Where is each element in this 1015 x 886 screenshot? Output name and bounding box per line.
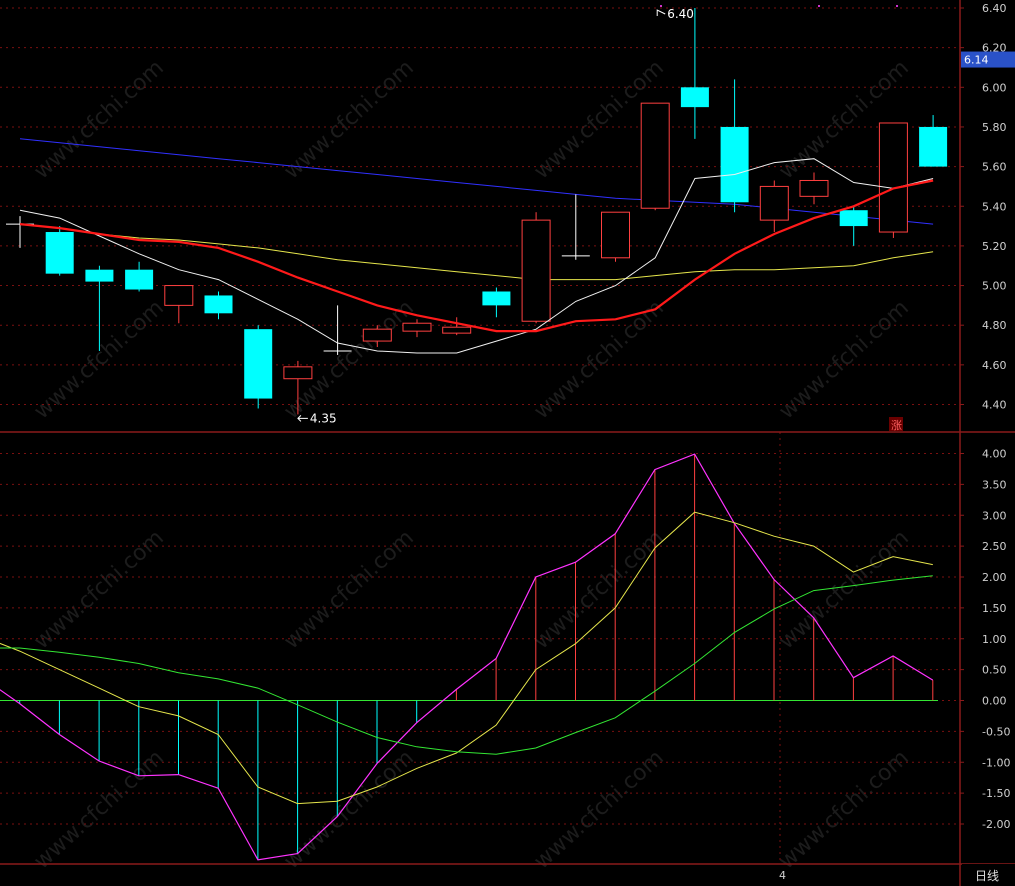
price-axis-label: 6.00 [982, 81, 1007, 94]
date-marker-label: 4 [779, 869, 786, 882]
candle-up [362, 328, 392, 342]
macd-axis-label: -0.50 [982, 725, 1010, 738]
candle-down [919, 126, 948, 167]
macd-axis-label: 3.50 [982, 478, 1007, 491]
price-axis-label: 6.40 [982, 2, 1007, 15]
stock-chart: www.cfchi.com www.cfchi.com www.cfchi.com w… [0, 0, 1015, 886]
price-axis-label: 4.80 [982, 319, 1007, 332]
candle-down [204, 295, 233, 314]
candle-up [164, 285, 194, 306]
macd-axis-label: -2.00 [982, 818, 1010, 831]
macd-axis-label: 0.50 [982, 664, 1007, 677]
candle-down [482, 291, 511, 306]
top-marker-dot [818, 5, 820, 7]
candle-down [45, 232, 74, 274]
candle-up [601, 211, 630, 259]
macd-axis-label: 2.50 [982, 540, 1007, 553]
price-axis-label: 5.20 [982, 240, 1007, 253]
macd-axis-label: 1.50 [982, 602, 1007, 615]
candle-up [402, 322, 432, 332]
candle-down [680, 87, 709, 108]
period-label[interactable]: 日线 [975, 869, 999, 883]
candle-down [720, 126, 749, 203]
candle-up [878, 122, 908, 233]
price-axis-label: 5.00 [982, 280, 1007, 293]
price-axis-label: 5.40 [982, 200, 1007, 213]
candle-up [442, 326, 472, 334]
up-flag-icon: 涨 [891, 419, 902, 432]
candle-up [640, 102, 670, 209]
max-price-label: 6.40 [667, 7, 694, 21]
price-axis-label: 4.40 [982, 399, 1007, 412]
top-marker-dot [896, 5, 898, 7]
candle-up [283, 366, 313, 380]
candle-up [759, 185, 789, 221]
macd-axis-label: 4.00 [982, 448, 1007, 461]
candle-up [521, 219, 551, 322]
price-axis-label: 4.60 [982, 359, 1007, 372]
macd-axis-label: 2.00 [982, 571, 1007, 584]
macd-axis-label: 1.00 [982, 633, 1007, 646]
macd-axis-label: -1.50 [982, 787, 1010, 800]
min-price-label: 4.35 [310, 411, 337, 425]
macd-axis-label: -1.00 [982, 756, 1010, 769]
candle-down [839, 210, 868, 227]
candle-down [85, 269, 114, 282]
top-marker-dot [660, 5, 662, 7]
candle-down [125, 269, 154, 290]
current-price-label: 6.14 [964, 54, 989, 67]
macd-axis-label: 3.00 [982, 509, 1007, 522]
candle-down [244, 329, 273, 399]
macd-axis-label: 0.00 [982, 695, 1007, 708]
candle-up [799, 179, 829, 197]
price-axis-label: 5.80 [982, 121, 1007, 134]
price-axis-label: 5.60 [982, 161, 1007, 174]
